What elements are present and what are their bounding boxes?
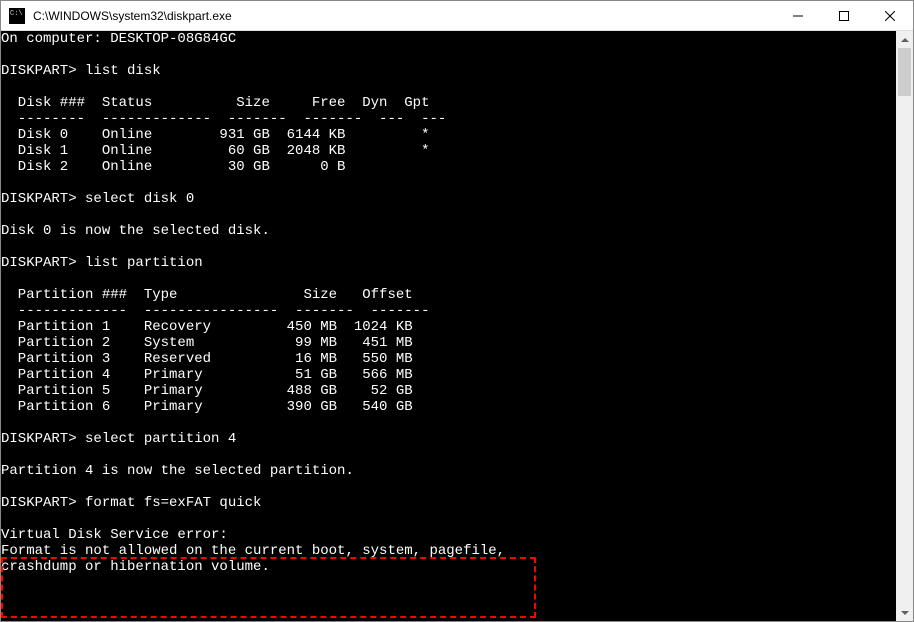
window-titlebar: C:\WINDOWS\system32\diskpart.exe	[1, 1, 913, 31]
close-button[interactable]	[867, 1, 913, 30]
maximize-button[interactable]	[821, 1, 867, 30]
minimize-button[interactable]	[775, 1, 821, 30]
scroll-down-button[interactable]	[896, 604, 913, 621]
window-controls	[775, 1, 913, 30]
scroll-up-button[interactable]	[896, 31, 913, 48]
window-title: C:\WINDOWS\system32\diskpart.exe	[33, 9, 775, 23]
console-output[interactable]: On computer: DESKTOP-08G84GC DISKPART> l…	[1, 31, 896, 621]
vertical-scrollbar[interactable]	[896, 31, 913, 621]
app-icon	[9, 8, 25, 24]
scrollbar-thumb[interactable]	[898, 48, 911, 96]
console-area: On computer: DESKTOP-08G84GC DISKPART> l…	[1, 31, 913, 621]
